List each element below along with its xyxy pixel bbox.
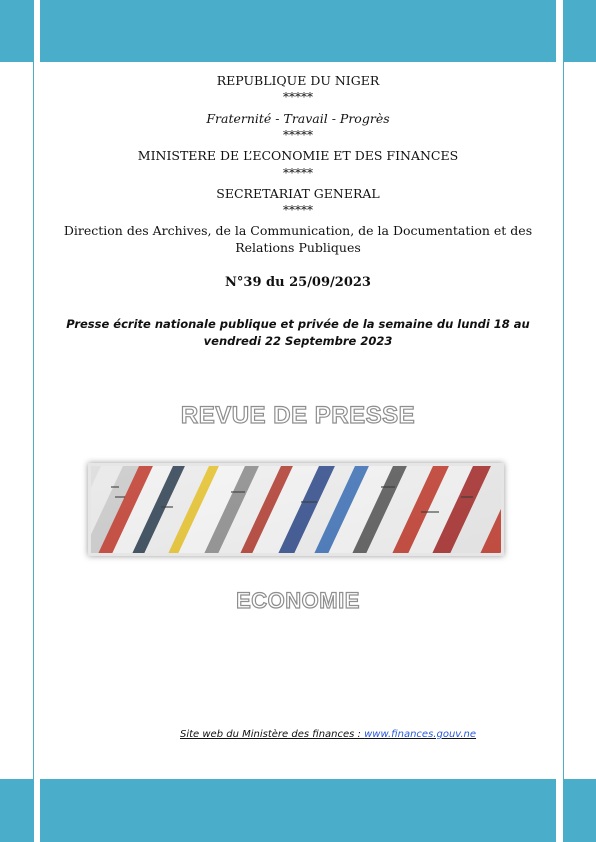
bottom-band-center	[40, 779, 556, 842]
website-link[interactable]: www.finances.gouv.ne	[364, 729, 476, 740]
top-band-center	[40, 0, 556, 62]
top-band-left	[0, 0, 33, 62]
separator-stars: *****	[283, 203, 313, 217]
separator-stars: *****	[283, 166, 313, 180]
separator-stars: *****	[283, 90, 313, 104]
bottom-band-left	[0, 779, 33, 842]
direction-line-2: Relations Publiques	[235, 240, 361, 255]
newspapers-illustration	[91, 466, 501, 553]
separator-stars: *****	[283, 128, 313, 142]
issue-description-line-2: vendredi 22 Septembre 2023	[203, 334, 393, 348]
ministry-name: MINISTERE DE L’ECONOMIE ET DES FINANCES	[137, 148, 459, 163]
website-footer: Site web du Ministère des finances : www…	[180, 729, 476, 740]
issue-number: N°39 du 25/09/2023	[225, 275, 371, 290]
website-label: Site web du Ministère des finances :	[180, 729, 365, 740]
newspapers-image	[88, 463, 504, 556]
top-band-right	[564, 0, 596, 62]
issue-description-line-1: Presse écrite nationale publique et priv…	[66, 317, 530, 331]
section-title: ECONOMIE	[235, 587, 360, 613]
bottom-band-right	[564, 779, 596, 842]
document-title: REVUE DE PRESSE	[180, 401, 416, 429]
